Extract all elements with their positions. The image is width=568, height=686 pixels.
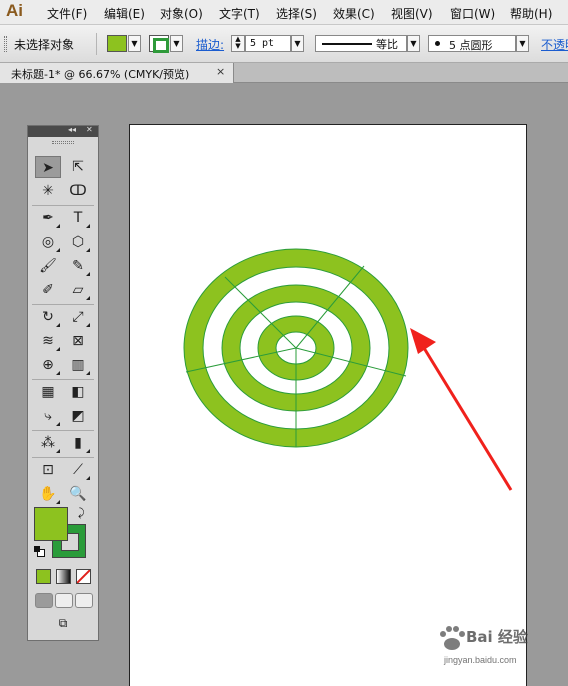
- menu-window[interactable]: 窗口(W): [450, 5, 495, 22]
- brush-dropdown[interactable]: ▼: [516, 35, 529, 52]
- profile-dropdown[interactable]: ▼: [407, 35, 420, 52]
- direct-selection-tool-icon[interactable]: ⇱: [65, 156, 91, 178]
- lasso-tool-icon[interactable]: ↀ: [65, 180, 91, 202]
- paintbrush-tool-icon[interactable]: 🖌: [35, 255, 61, 277]
- selection-status: 未选择对象: [14, 38, 75, 52]
- draw-behind-button[interactable]: [55, 593, 73, 608]
- tools-grip[interactable]: [52, 141, 74, 144]
- rotate-tool-icon[interactable]: ↻: [35, 306, 61, 328]
- menu-file[interactable]: 文件(F): [47, 5, 87, 22]
- pencil-tool-icon[interactable]: ✎: [65, 255, 91, 277]
- menu-object[interactable]: 对象(O): [160, 5, 203, 22]
- hand-tool-icon[interactable]: ✋: [35, 483, 61, 505]
- menu-select[interactable]: 选择(S): [276, 5, 317, 22]
- annotation-arrow: [410, 328, 513, 491]
- fill-dropdown-arrow[interactable]: ▼: [128, 35, 141, 52]
- artboard-tool-icon[interactable]: ⊡: [35, 459, 61, 481]
- tools-panel-header[interactable]: ◂◂ ✕: [28, 125, 98, 137]
- profile-line-icon: [322, 43, 372, 45]
- brush-definition[interactable]: 5 点圆形: [428, 35, 516, 52]
- menu-help[interactable]: 帮助(H): [510, 5, 552, 22]
- profile-label: 等比: [376, 38, 398, 51]
- column-graph-tool-icon[interactable]: ▮: [65, 432, 91, 454]
- watermark-url: jingyan.baidu.com: [444, 655, 517, 665]
- pen-tool-icon[interactable]: ✒: [35, 207, 61, 229]
- draw-normal-button[interactable]: [35, 593, 53, 608]
- free-transform-tool-icon[interactable]: ⊠: [65, 330, 91, 352]
- close-icon[interactable]: ✕: [86, 125, 93, 134]
- zoom-tool-icon[interactable]: 🔍: [65, 483, 91, 505]
- document-tab[interactable]: 未标题-1* @ 66.67% (CMYK/预览) ×: [0, 63, 234, 83]
- type-tool-icon[interactable]: T: [65, 207, 91, 229]
- mesh-tool-icon[interactable]: ▦: [35, 381, 61, 403]
- brush-label: 5 点圆形: [449, 39, 493, 52]
- divider: [32, 457, 94, 458]
- stroke-dropdown-arrow[interactable]: ▼: [170, 35, 183, 52]
- gradient-mode-button[interactable]: [56, 569, 71, 584]
- blend-tool-icon[interactable]: ◩: [65, 405, 91, 427]
- watermark-text: Bai 经验: [466, 628, 528, 646]
- menu-bar: Ai 文件(F) 编辑(E) 对象(O) 文字(T) 选择(S) 效果(C) 视…: [0, 0, 568, 25]
- warp-tool-icon[interactable]: ≋: [35, 330, 61, 352]
- tools-panel: ◂◂ ✕ ➤ ⇱ ✳ ↀ ✒ T ◎ ⬡ 🖌 ✎ ✐ ▱ ↻ ⤢ ≋ ⊠ ⊕ ▥…: [27, 125, 99, 641]
- stroke-weight-stepper[interactable]: ▲ ▼: [231, 35, 245, 52]
- brush-dot-icon: [435, 41, 440, 46]
- document-tab-title: 未标题-1* @ 66.67% (CMYK/预览): [11, 68, 190, 81]
- stroke-weight-field[interactable]: 5 pt: [245, 35, 291, 52]
- scale-tool-icon[interactable]: ⤢: [65, 306, 91, 328]
- control-bar-grip[interactable]: [4, 36, 7, 52]
- stroke-color-swatch[interactable]: [149, 35, 169, 53]
- divider: [32, 379, 94, 380]
- symbol-sprayer-tool-icon[interactable]: ⁂: [35, 432, 61, 454]
- gradient-tool-icon[interactable]: ◧: [65, 381, 91, 403]
- polygon-tool-icon[interactable]: ⬡: [65, 231, 91, 253]
- fill-color-box[interactable]: [34, 507, 68, 541]
- collapse-icon[interactable]: ◂◂: [68, 125, 76, 134]
- color-mode-button[interactable]: [36, 569, 51, 584]
- draw-inside-button[interactable]: [75, 593, 93, 608]
- control-bar: 未选择对象 ▼ ▼ 描边: ▲▼ 5 pt ▼ 等比 ▼ 5 点圆形 ▼ 不透明: [0, 25, 568, 63]
- eyedropper-tool-icon[interactable]: ⤷: [35, 405, 61, 427]
- menu-edit[interactable]: 编辑(E): [104, 5, 145, 22]
- none-slash-icon: [76, 569, 91, 584]
- app-logo: Ai: [6, 1, 23, 20]
- swap-colors-icon[interactable]: ⤸: [78, 506, 85, 520]
- polar-grid-tool-icon[interactable]: ◎: [35, 231, 61, 253]
- divider: [32, 304, 94, 305]
- divider: [32, 430, 94, 431]
- eraser-tool-icon[interactable]: ▱: [65, 279, 91, 301]
- stroke-weight-dropdown[interactable]: ▼: [291, 35, 304, 52]
- selection-tool-icon[interactable]: ➤: [35, 156, 61, 178]
- slice-tool-icon[interactable]: ⟋: [65, 459, 91, 481]
- perspective-grid-tool-icon[interactable]: ▥: [65, 354, 91, 376]
- screen-mode-icon[interactable]: ⧉: [52, 616, 74, 632]
- default-colors-icon[interactable]: [34, 546, 45, 557]
- fill-color-swatch[interactable]: [107, 35, 127, 52]
- none-mode-button[interactable]: [76, 569, 91, 584]
- divider: [96, 33, 97, 55]
- variable-width-profile[interactable]: 等比: [315, 35, 407, 52]
- menu-type[interactable]: 文字(T): [219, 5, 260, 22]
- divider: [32, 205, 94, 206]
- watermark: Bai 经验 jingyan.baidu.com: [436, 622, 541, 672]
- target-rings[interactable]: [183, 248, 409, 448]
- menu-view[interactable]: 视图(V): [391, 5, 433, 22]
- blob-brush-tool-icon[interactable]: ✐: [35, 279, 61, 301]
- paw-logo-icon: [440, 626, 465, 650]
- opacity-link[interactable]: 不透明: [541, 36, 568, 53]
- menu-effect[interactable]: 效果(C): [333, 5, 375, 22]
- close-icon[interactable]: ×: [216, 65, 225, 78]
- shape-builder-tool-icon[interactable]: ⊕: [35, 354, 61, 376]
- stroke-panel-link[interactable]: 描边:: [196, 36, 224, 53]
- document-tab-bar: 未标题-1* @ 66.67% (CMYK/预览) ×: [0, 63, 568, 83]
- magic-wand-tool-icon[interactable]: ✳: [35, 180, 61, 202]
